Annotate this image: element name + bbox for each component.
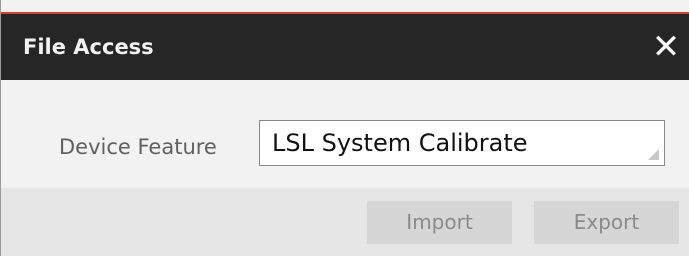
dialog-footer: Import Export	[1, 188, 689, 256]
dialog-body: Device Feature LSL System Calibrate	[1, 80, 689, 188]
close-icon[interactable]: ✕	[647, 28, 685, 66]
device-feature-value: LSL System Calibrate	[272, 129, 528, 157]
import-button[interactable]: Import	[367, 201, 512, 244]
file-access-dialog: File Access ✕ Device Feature LSL System …	[0, 0, 689, 256]
dialog-title: File Access	[23, 35, 154, 59]
dialog-titlebar: File Access ✕	[1, 14, 689, 80]
device-feature-label: Device Feature	[59, 135, 217, 159]
resize-grip-icon[interactable]	[648, 149, 659, 160]
device-feature-input[interactable]: LSL System Calibrate	[259, 120, 665, 166]
export-button[interactable]: Export	[534, 201, 679, 244]
